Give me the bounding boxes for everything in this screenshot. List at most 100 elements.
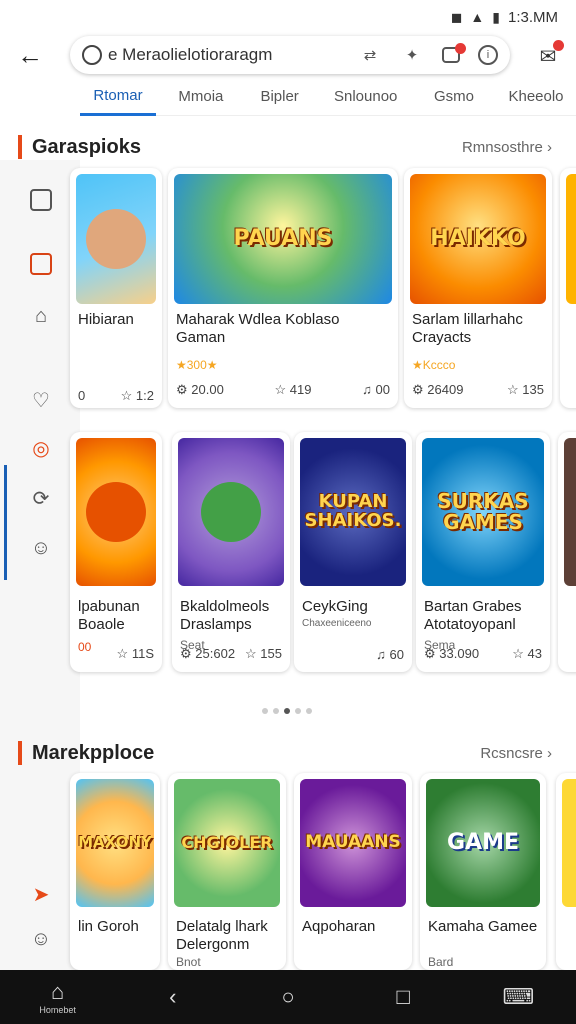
nav-back-button[interactable]: ‹ xyxy=(143,984,203,1010)
game-card-partial[interactable] xyxy=(560,168,576,408)
side-rail: ⌂ ♡ ◎ ⟳ ☺ ➤ ☺ xyxy=(0,160,80,970)
game-sub: Bnot xyxy=(176,955,201,969)
game-card[interactable]: lpabunan Boaole 00 ☆ 11S xyxy=(70,432,162,672)
info-icon[interactable]: i xyxy=(478,45,498,65)
section-accent xyxy=(18,741,22,765)
circle-icon: ○ xyxy=(281,984,295,1009)
tab-mmoia[interactable]: Mmoia xyxy=(162,78,240,116)
game-thumbnail xyxy=(178,438,284,586)
game-card[interactable]: Bkaldolmeols Draslamps Seat ⚙ 25:602 ☆ 15… xyxy=(172,432,290,672)
url-text[interactable]: e Meraolielotioraragm xyxy=(108,45,340,65)
section-title: Marekpploce xyxy=(32,741,155,764)
character-art xyxy=(86,482,146,542)
game-logo-art: KUPAN SHAIKOS. xyxy=(304,491,402,531)
game-card-partial[interactable] xyxy=(558,432,576,672)
game-thumbnail xyxy=(76,174,156,304)
games-row-2: lpabunan Boaole 00 ☆ 11S Bkaldolmeols Dr… xyxy=(70,432,576,677)
game-logo-art: SURKAS GAMES xyxy=(437,489,529,534)
system-nav-bar: ⌂ Homebet ‹ ○ □ ⌨ xyxy=(0,970,576,1024)
game-card[interactable]: HAIKKO Sarlam lillarhahc Crayacts ★Kccco… xyxy=(404,168,552,408)
status-bar: ◼ ▲ ▮ 1:3.MM xyxy=(0,0,576,34)
character-art xyxy=(201,482,261,542)
category-tabs: Rtomar Mmoia Bipler Snlounoo Gsmo Kheeol… xyxy=(80,78,576,116)
nav-home-label: Homebet xyxy=(39,1005,76,1015)
tab-bipler[interactable]: Bipler xyxy=(240,78,320,116)
game-thumbnail xyxy=(566,174,576,304)
tab-rtomar[interactable]: Rtomar xyxy=(80,78,156,116)
market-card[interactable]: GAME Kamaha Gamee Bard xyxy=(420,773,546,970)
game-title: Bartan Grabes Atotatoyopanl xyxy=(424,598,522,633)
game-title: Bkaldolmeols Draslamps xyxy=(180,598,270,633)
game-thumbnail xyxy=(76,438,156,586)
section-header-games: Garaspioks Rmnsosthre › xyxy=(18,132,558,162)
nav-recents-button[interactable]: □ xyxy=(373,984,433,1010)
nav-home-circle-button[interactable]: ○ xyxy=(258,984,318,1010)
game-sub: Bard xyxy=(428,955,454,969)
game-thumbnail xyxy=(562,779,576,907)
carousel-dot[interactable] xyxy=(273,708,279,714)
tabs-icon[interactable] xyxy=(442,43,466,63)
spiral-icon[interactable]: ◎ xyxy=(27,434,55,462)
section-header-marketplace: Marekpploce Rcsncsre › xyxy=(18,738,558,768)
tab-gsmo[interactable]: Gsmo xyxy=(420,78,488,116)
back-button[interactable]: ← xyxy=(0,34,60,76)
game-stats: ☆ 11S xyxy=(116,646,154,661)
game-thumbnail: CHGIOLER xyxy=(174,779,280,907)
market-card-partial[interactable] xyxy=(556,773,576,970)
home-icon[interactable]: ⌂ xyxy=(27,302,55,330)
chat-button[interactable]: ✉ xyxy=(534,40,564,70)
character-art xyxy=(86,209,146,269)
game-rating: ★Kccco xyxy=(412,358,456,372)
tab-snlounoo[interactable]: Snlounoo xyxy=(319,78,412,116)
game-card[interactable]: PAUANS Maharak Wdlea Koblaso Gaman ★300★… xyxy=(168,168,398,408)
section-more-link[interactable]: Rcsncsre › xyxy=(480,745,552,762)
game-title: Sarlam lillarhahc Crayacts xyxy=(412,311,523,346)
puzzle-icon[interactable]: ✦ xyxy=(400,43,424,67)
carousel-dot[interactable] xyxy=(262,708,268,714)
game-stats: ⚙ 25:602 ☆ 155 xyxy=(180,646,282,661)
game-thumbnail: GAME xyxy=(426,779,540,907)
smile-box-icon[interactable]: ☺ xyxy=(27,534,55,562)
game-card[interactable]: Hibiaran 0 ☆ 1:2 xyxy=(70,168,162,408)
game-card[interactable]: KUPAN SHAIKOS. CeykGing Chaxeeniceeno ♫ … xyxy=(294,432,412,672)
battery-icon: ▮ xyxy=(492,8,500,25)
nav-gamepad-button[interactable]: ⌨ xyxy=(488,984,548,1010)
market-card[interactable]: CHGIOLER Delatalg lhark Delergonm Bnot xyxy=(168,773,286,970)
market-card[interactable]: MAXONY lin Goroh xyxy=(70,773,160,970)
carousel-dot[interactable] xyxy=(306,708,312,714)
game-title: Maharak Wdlea Koblaso Gaman xyxy=(176,311,340,346)
marketplace-row: MAXONY lin Goroh CHGIOLER Delatalg lhark… xyxy=(70,773,576,970)
market-card[interactable]: MAUAANS Aqpoharan xyxy=(294,773,412,970)
game-title: lin Goroh xyxy=(78,918,139,935)
wifi-icon: ◼ xyxy=(450,8,463,25)
game-stats: ♫ 60 xyxy=(376,647,404,662)
square-icon: □ xyxy=(396,984,410,1009)
tab-kheeolo[interactable]: Kheeolo xyxy=(496,78,576,116)
coupon-icon[interactable] xyxy=(27,250,55,278)
game-card[interactable]: SURKAS GAMES Bartan Grabes Atotatoyopanl… xyxy=(416,432,550,672)
game-title: Hibiaran xyxy=(78,311,134,328)
arrows-icon[interactable]: ➤ xyxy=(27,880,55,908)
calendar-icon[interactable] xyxy=(27,186,55,214)
game-logo-art: MAUAANS xyxy=(305,832,401,853)
address-row: ← e Meraolielotioraragm ⇄ ✦ i ✉ xyxy=(0,34,576,76)
nav-home-button[interactable]: ⌂ Homebet xyxy=(28,979,88,1015)
carousel-dot-active[interactable] xyxy=(284,708,290,714)
address-bar[interactable]: e Meraolielotioraragm ⇄ ✦ i xyxy=(70,36,510,74)
game-thumbnail: MAXONY xyxy=(76,779,154,907)
refresh-icon[interactable]: ⟳ xyxy=(27,484,55,512)
heart-icon[interactable]: ♡ xyxy=(27,386,55,414)
shuffle-icon[interactable]: ⇄ xyxy=(358,43,382,67)
game-thumbnail: KUPAN SHAIKOS. xyxy=(300,438,406,586)
carousel-dots xyxy=(262,708,312,714)
section-title: Garaspioks xyxy=(32,135,141,158)
game-thumbnail xyxy=(564,438,576,586)
smiley-icon[interactable]: ☺ xyxy=(27,925,55,953)
game-stats: 0 ☆ 1:2 xyxy=(78,388,154,403)
game-logo-art: GAME xyxy=(446,830,519,856)
game-title: CeykGing xyxy=(302,598,368,615)
section-more-link[interactable]: Rmnsosthre › xyxy=(462,139,552,156)
back-arrow-icon: ← xyxy=(17,39,43,70)
game-thumbnail: SURKAS GAMES xyxy=(422,438,544,586)
carousel-dot[interactable] xyxy=(295,708,301,714)
